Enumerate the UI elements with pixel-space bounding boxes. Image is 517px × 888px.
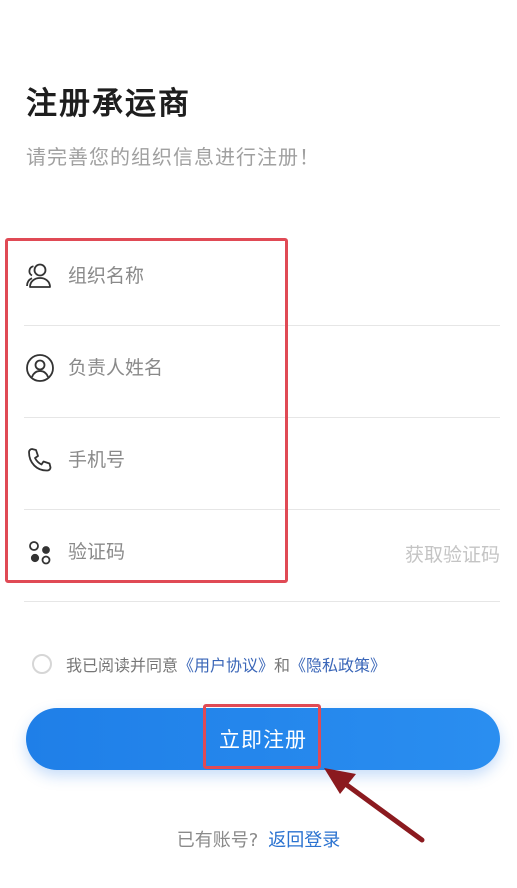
page-title: 注册承运商 bbox=[26, 86, 191, 122]
privacy-policy-link[interactable]: 《隐私政策》 bbox=[290, 652, 386, 676]
org-name-field bbox=[24, 234, 500, 326]
has-account-text: 已有账号? bbox=[176, 830, 259, 851]
agreement-and: 和 bbox=[274, 656, 291, 675]
register-button-label: 立即注册 bbox=[219, 728, 307, 752]
get-code-button[interactable]: 获取验证码 bbox=[405, 542, 500, 568]
verification-dots-icon bbox=[24, 536, 56, 568]
contact-name-input[interactable] bbox=[68, 351, 368, 385]
code-field: 获取验证码 bbox=[24, 510, 500, 602]
org-name-input[interactable] bbox=[68, 259, 368, 293]
user-circle-icon bbox=[24, 352, 56, 384]
code-input[interactable] bbox=[68, 535, 368, 569]
phone-icon bbox=[24, 444, 56, 476]
agreement-radio[interactable] bbox=[32, 654, 52, 674]
agreement-row: 我已阅读并同意 《用户协议》 和 《隐私政策》 bbox=[32, 652, 386, 676]
user-agreement-link[interactable]: 《用户协议》 bbox=[178, 652, 274, 676]
agreement-prefix: 我已阅读并同意 bbox=[66, 656, 179, 675]
login-row: 已有账号? 返回登录 bbox=[0, 826, 517, 852]
phone-field bbox=[24, 418, 500, 510]
register-button[interactable]: 立即注册 bbox=[26, 708, 500, 770]
back-to-login-link[interactable]: 返回登录 bbox=[268, 830, 340, 851]
phone-input[interactable] bbox=[68, 443, 368, 477]
contact-name-field bbox=[24, 326, 500, 418]
user-group-icon bbox=[24, 260, 56, 292]
page-subtitle: 请完善您的组织信息进行注册！ bbox=[26, 145, 320, 169]
